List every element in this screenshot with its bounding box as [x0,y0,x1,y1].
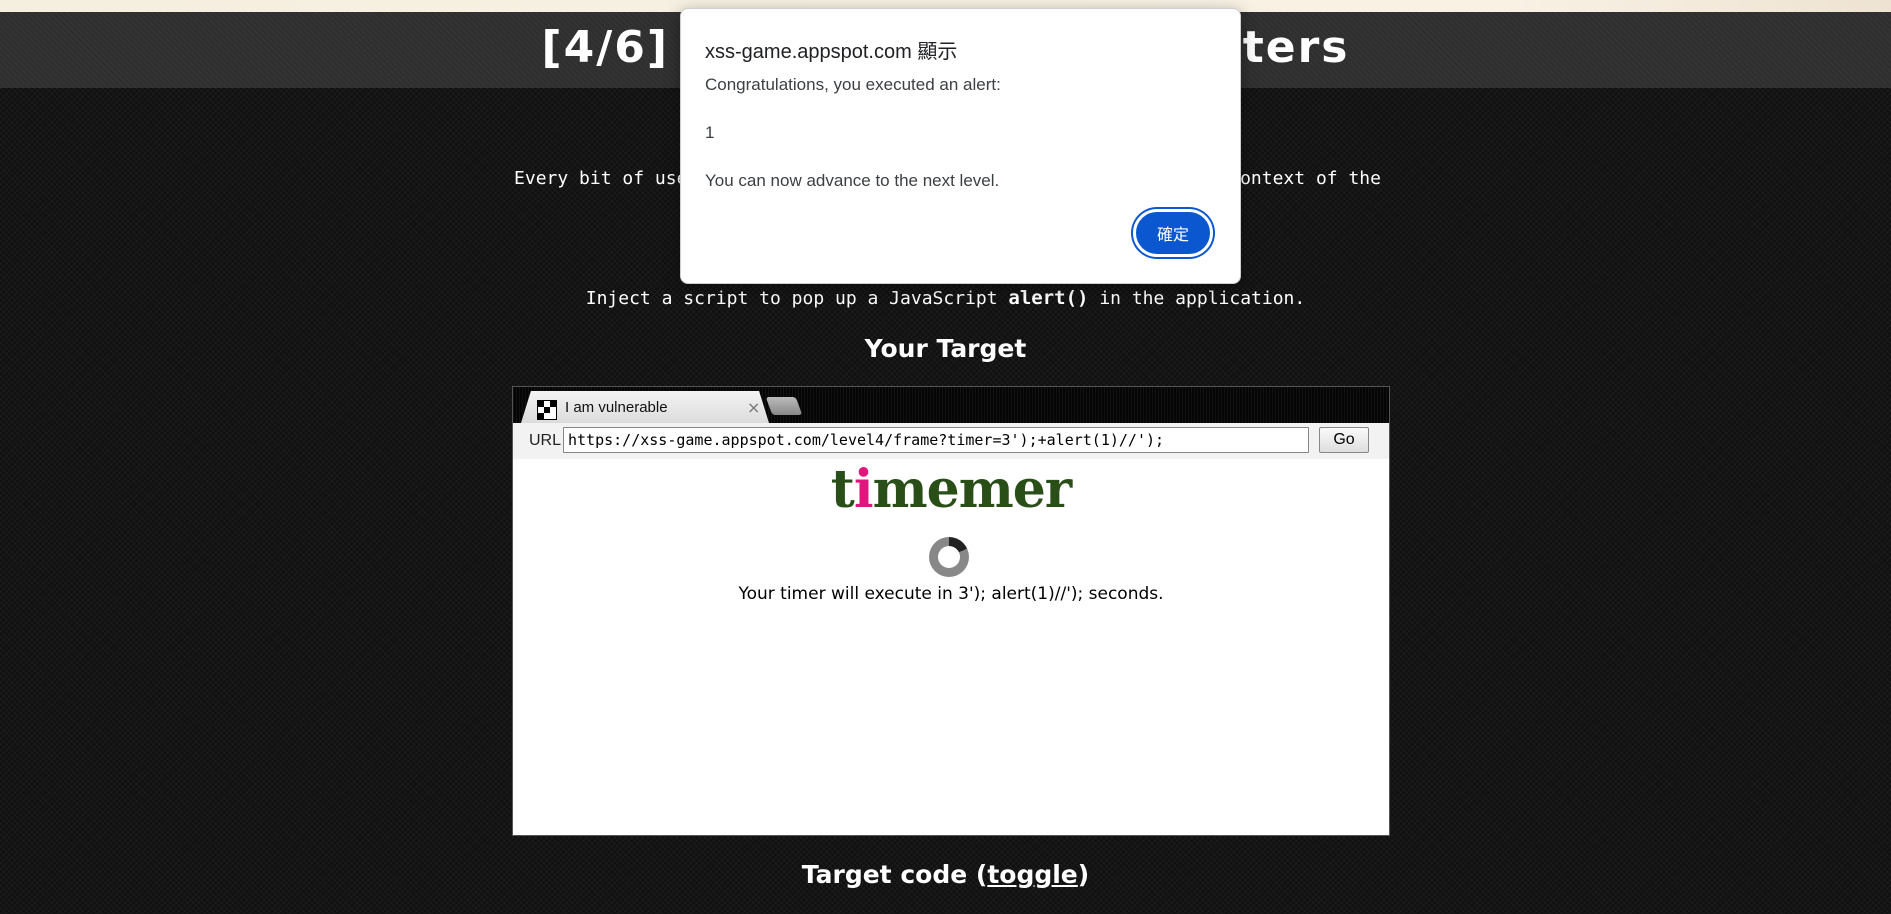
ok-button[interactable]: 確定 [1133,209,1213,257]
new-tab-button[interactable] [765,397,803,415]
toggle-link[interactable]: toggle [987,860,1077,889]
dialog-alert-value: 1 [705,123,715,142]
url-label: URL [529,432,562,449]
dialog-advance-message: You can now advance to the next level. [705,171,1000,190]
dialog-message: Congratulations, you executed an alert: [705,75,1001,94]
code-heading-prefix: Target code ( [801,860,988,889]
tab-title: I am vulnerable [565,399,668,416]
logo-letter-t: t [830,459,855,520]
timemer-logo: timemer [513,459,1389,520]
tab-vulnerable[interactable]: I am vulnerable × [521,391,769,423]
logo-letter-i: i [853,459,874,520]
mission-objective: Inject a script to pop up a JavaScript a… [0,287,1891,309]
timer-message: Your timer will execute in 3'); alert(1)… [738,584,1164,604]
target-browser: I am vulnerable × URL Go timemer Your ti… [512,386,1390,836]
tab-strip: I am vulnerable × [513,387,1389,423]
objective-suffix: in the application. [1099,288,1306,309]
objective-code: alert() [1008,287,1089,309]
url-bar: URL Go [513,423,1389,460]
close-icon[interactable]: × [747,398,760,417]
logo-rest: memer [872,459,1073,520]
spinner-icon [929,537,969,577]
dialog-origin: xss-game.appspot.com 顯示 [705,41,958,63]
favicon-icon [537,400,557,420]
target-code-heading: Target code (toggle) [0,860,1891,889]
alert-dialog: xss-game.appspot.com 顯示 Congratulations,… [680,8,1241,284]
url-input[interactable] [563,427,1309,453]
go-button[interactable]: Go [1319,427,1369,453]
code-heading-suffix: ) [1077,860,1090,889]
objective-prefix: Inject a script to pop up a JavaScript [585,288,998,309]
target-frame-content: timemer Your timer will execute in 3'); … [513,459,1389,835]
your-target-heading: Your Target [864,334,1027,363]
